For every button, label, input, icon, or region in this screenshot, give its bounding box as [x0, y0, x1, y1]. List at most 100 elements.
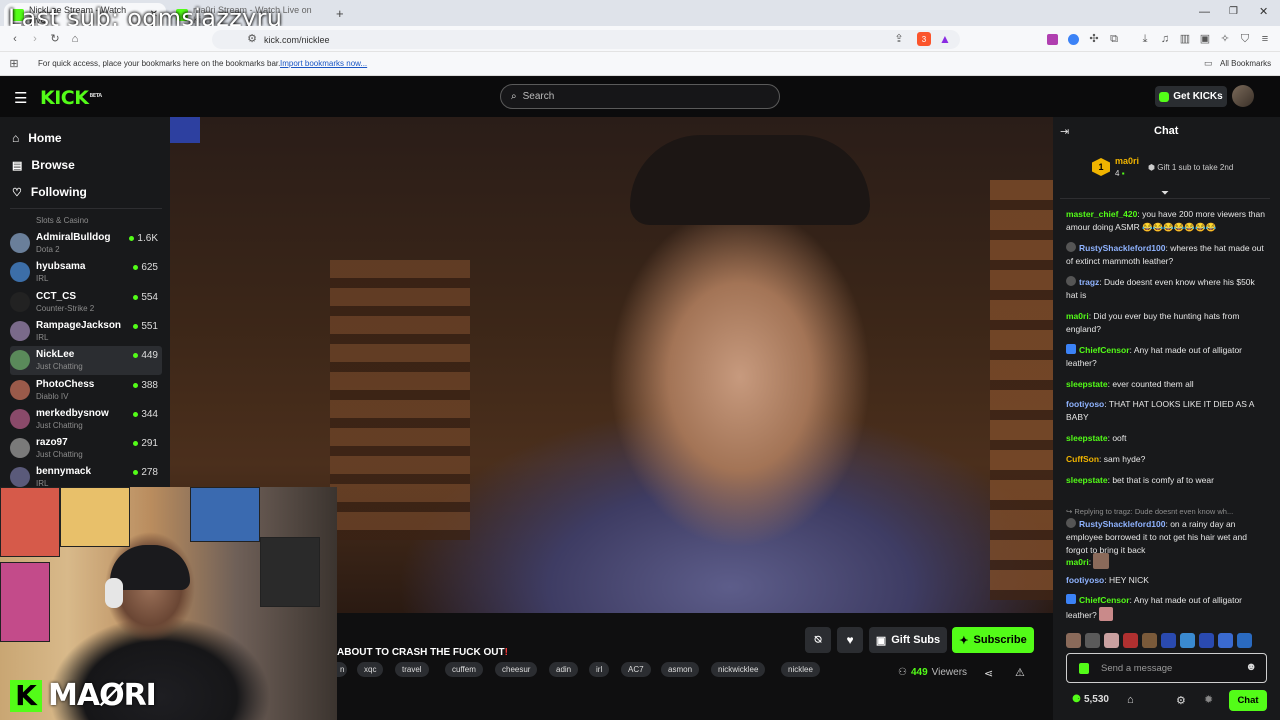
import-bookmarks-link[interactable]: Import bookmarks now...	[280, 59, 367, 68]
brave-shields-icon[interactable]: 3	[917, 32, 931, 46]
emote-icon[interactable]	[1085, 633, 1100, 648]
brave-rewards-icon[interactable]: ▲	[939, 32, 953, 46]
emoji-picker-icon[interactable]: ☻	[1245, 661, 1257, 673]
menu-icon[interactable]: ≡	[1259, 33, 1271, 45]
hamburger-menu-icon[interactable]: ☰	[14, 89, 27, 107]
emote-icon[interactable]	[1199, 633, 1214, 648]
home-browser-icon[interactable]: ⌂	[69, 33, 81, 45]
chat-username[interactable]: tragz	[1079, 277, 1099, 287]
search-input[interactable]: ⌕ Search	[500, 84, 780, 109]
chat-username[interactable]: RustyShackleford100	[1079, 519, 1165, 529]
chat-input[interactable]: Send a message ☻	[1066, 653, 1267, 683]
sidebar-channel-row[interactable]: RampageJackson IRL 551	[10, 317, 162, 346]
nav-browse[interactable]: ▤ Browse	[12, 158, 75, 172]
stream-tag[interactable]: irl	[589, 662, 610, 677]
download-icon[interactable]: ⤓	[1139, 33, 1151, 45]
sidebar-channel-row[interactable]: NickLee Just Chatting 449	[10, 346, 162, 376]
vpn-icon[interactable]: ⛉	[1239, 33, 1251, 45]
kick-logo[interactable]: KICKBETA	[40, 87, 102, 109]
channel-viewers: 388	[133, 380, 158, 391]
all-bookmarks[interactable]: All Bookmarks	[1220, 59, 1271, 68]
mute-notifications-button[interactable]: ⍉	[805, 627, 831, 653]
report-icon[interactable]: ⚠	[1015, 666, 1025, 679]
stream-tag[interactable]: cuffem	[445, 662, 483, 677]
poster	[260, 537, 320, 607]
chat-username[interactable]: footiyoso	[1066, 575, 1104, 585]
chat-username[interactable]: master_chief_420	[1066, 209, 1137, 219]
stream-tag[interactable]: adin	[549, 662, 579, 677]
get-kicks-button[interactable]: Get KICKs	[1155, 86, 1227, 107]
poster	[190, 487, 260, 542]
stream-tag[interactable]: xqc	[357, 662, 384, 677]
settings-icon[interactable]: ⚙	[1176, 694, 1186, 707]
user-avatar[interactable]	[1232, 85, 1254, 107]
chat-username[interactable]: sleepstate	[1066, 475, 1108, 485]
nav-following[interactable]: ♡ Following	[12, 185, 87, 199]
sidebar-channel-row[interactable]: razo97 Just Chatting 291	[10, 434, 162, 463]
extension-icon[interactable]	[1068, 34, 1079, 45]
chat-send-button[interactable]: Chat	[1229, 690, 1267, 711]
stream-tag[interactable]: nicklee	[781, 662, 820, 677]
new-tab-icon[interactable]: +	[336, 6, 344, 21]
chat-message: ma0ri: Did you ever buy the hunting hats…	[1066, 310, 1266, 336]
back-icon[interactable]: ‹	[9, 33, 21, 45]
cog-icon[interactable]: ✹	[1204, 693, 1213, 706]
emote-icon[interactable]	[1237, 633, 1252, 648]
collapse-chat-icon[interactable]: ⇥	[1060, 125, 1069, 138]
leo-icon[interactable]: ✧	[1219, 33, 1231, 45]
sidebar-channel-row[interactable]: CCT_CS Counter-Strike 2 554	[10, 288, 162, 317]
chat-username[interactable]: RustyShackleford100	[1079, 243, 1165, 253]
emote-icon[interactable]	[1218, 633, 1233, 648]
stream-tag[interactable]: AC7	[621, 662, 651, 677]
puzzle-icon[interactable]: ✣	[1088, 33, 1100, 45]
sidebar-channel-row[interactable]: AdmiralBulldog Dota 2 1.6K	[10, 229, 162, 258]
chat-username[interactable]: ChiefCensor	[1079, 595, 1130, 605]
nav-home[interactable]: ⌂ Home	[12, 131, 62, 145]
share-icon[interactable]: ⋖	[984, 667, 993, 680]
stream-tag[interactable]: cheesur	[495, 662, 538, 677]
media-icon[interactable]: ♫	[1159, 33, 1171, 45]
store-icon[interactable]: ⌂	[1127, 694, 1134, 706]
share-icon[interactable]: ⇪	[893, 33, 905, 45]
emote-icon[interactable]	[1123, 633, 1138, 648]
chat-username[interactable]: ChiefCensor	[1079, 345, 1130, 355]
chat-username[interactable]: ma0ri	[1066, 311, 1089, 321]
follow-button[interactable]: ♥	[837, 627, 863, 653]
sidebar-channel-row[interactable]: hyubsama IRL 625	[10, 258, 162, 287]
reload-icon[interactable]: ↻	[49, 33, 61, 45]
chat-username[interactable]: sleepstate	[1066, 433, 1108, 443]
emote-icon[interactable]	[1142, 633, 1157, 648]
channel-points[interactable]: ⚈ 5,530	[1072, 694, 1109, 705]
emote-icon[interactable]	[1161, 633, 1176, 648]
subscribe-button[interactable]: ✦ Subscribe	[952, 627, 1034, 653]
site-settings-icon[interactable]: ⚙	[246, 33, 258, 45]
sidebar-channel-row[interactable]: PhotoChess Diablo IV 388	[10, 376, 162, 405]
stream-title-suffix: !	[504, 647, 508, 658]
sidebar-channel-row[interactable]: merkedbysnow Just Chatting 344	[10, 405, 162, 434]
chat-text: ooft	[1112, 433, 1127, 443]
channel-category: Counter-Strike 2	[36, 303, 95, 313]
chat-username[interactable]: CuffSon	[1066, 454, 1099, 464]
emote-icon[interactable]	[1180, 633, 1195, 648]
user-badge-icon	[1066, 242, 1076, 252]
chat-username[interactable]: sleepstate	[1066, 379, 1108, 389]
emote-icon[interactable]	[1066, 633, 1081, 648]
stream-tag[interactable]: nickwicklee	[711, 662, 766, 677]
address-bar[interactable]: kick.com/nicklee	[212, 30, 960, 49]
emote-icon[interactable]	[1104, 633, 1119, 648]
stream-tag[interactable]: asmon	[661, 662, 700, 677]
wallet-icon[interactable]: ▣	[1199, 33, 1211, 45]
pinned-user[interactable]: ma0ri	[1115, 156, 1139, 166]
restore-icon[interactable]: ❐	[1229, 6, 1238, 17]
sidebar-toggle-icon[interactable]: ▥	[1179, 33, 1191, 45]
stream-tag[interactable]: travel	[395, 662, 429, 677]
gift-subs-button[interactable]: ▣ Gift Subs	[869, 627, 947, 653]
extensions-icon[interactable]: ⧉	[1108, 33, 1120, 45]
chat-username[interactable]: footiyoso	[1066, 399, 1104, 409]
minimize-icon[interactable]: —	[1199, 6, 1210, 18]
close-window-icon[interactable]: ✕	[1259, 5, 1268, 18]
forward-icon[interactable]: ›	[29, 33, 41, 45]
extension-icon[interactable]	[1047, 34, 1058, 45]
apps-grid-icon[interactable]: ⊞	[8, 58, 20, 70]
chat-username[interactable]: ma0ri	[1066, 557, 1089, 567]
